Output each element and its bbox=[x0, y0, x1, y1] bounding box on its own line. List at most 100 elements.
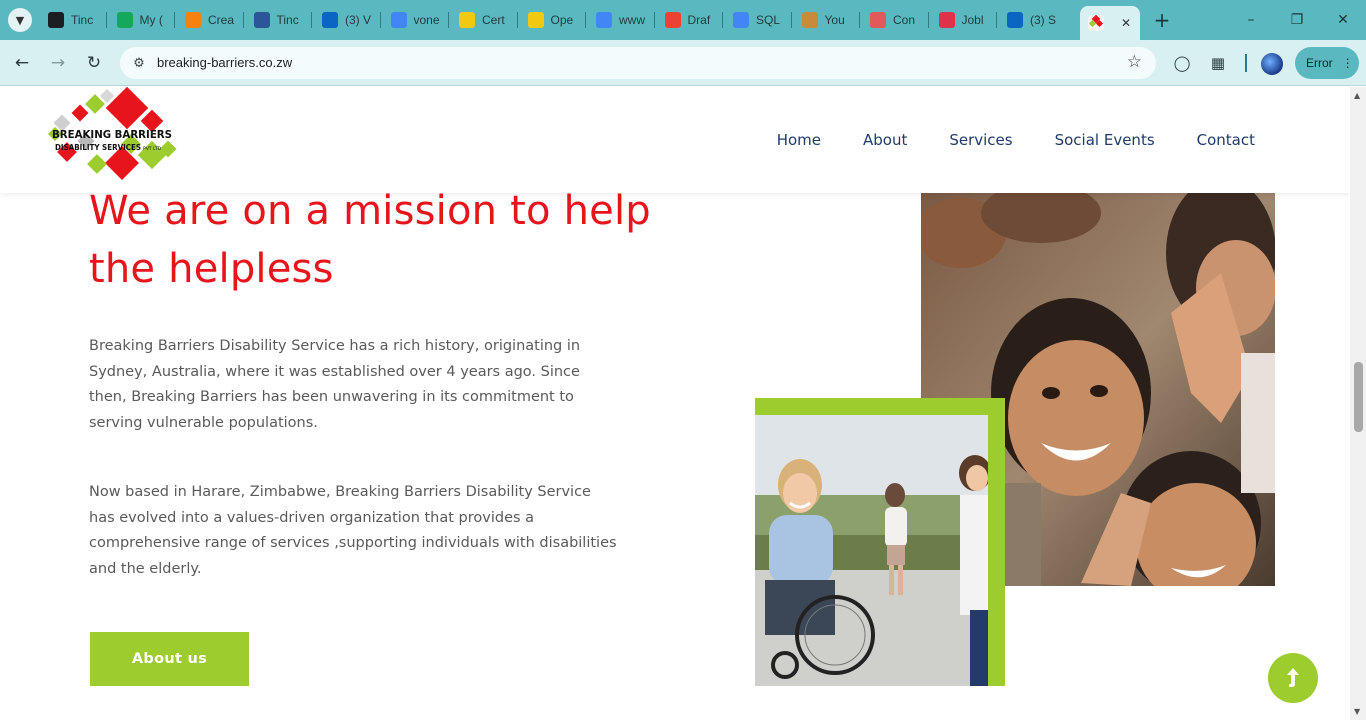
tab-label: Tinc bbox=[71, 13, 94, 27]
tab-label: You bbox=[824, 13, 845, 27]
scrollbar-thumb[interactable] bbox=[1354, 362, 1363, 432]
notebook-icon bbox=[459, 12, 475, 28]
history-paragraph: Breaking Barriers Disability Service has… bbox=[89, 338, 581, 431]
tab-12[interactable]: Con bbox=[862, 6, 925, 34]
github-icon bbox=[48, 12, 64, 28]
address-url[interactable]: breaking-barriers.co.zw bbox=[157, 55, 292, 70]
tab-separator bbox=[105, 12, 107, 28]
gmail-icon bbox=[664, 12, 681, 28]
linkedin-icon bbox=[322, 12, 338, 28]
jobs-icon bbox=[938, 12, 955, 28]
tab-7[interactable]: Ope bbox=[520, 6, 583, 34]
tab-active[interactable]: ✕ bbox=[1080, 6, 1140, 40]
tab-label: Crea bbox=[208, 13, 235, 27]
google-icon bbox=[390, 12, 407, 28]
tab-label: Cert bbox=[482, 13, 505, 27]
tab-label: Con bbox=[893, 13, 916, 27]
tab-label: (3) V bbox=[345, 13, 372, 27]
google-icon bbox=[733, 12, 749, 28]
site-settings-icon[interactable]: ⚙ bbox=[130, 54, 148, 72]
tab-separator bbox=[790, 12, 792, 28]
tab-9[interactable]: Draf bbox=[657, 6, 720, 34]
minimize-icon[interactable]: – bbox=[1228, 6, 1274, 34]
about-us-button[interactable]: About us bbox=[90, 632, 249, 686]
back-arrow-icon[interactable]: ← bbox=[9, 50, 35, 76]
browser-toolbar: ← → ↻ ⚙ breaking-barriers.co.zw ☆ ◯ ▦ bbox=[0, 40, 1366, 86]
tab-label: Tinc bbox=[276, 13, 299, 27]
nav-social-events[interactable]: Social Events bbox=[1055, 131, 1155, 149]
tab-label: Jobl bbox=[961, 13, 984, 27]
nav-home[interactable]: Home bbox=[777, 131, 821, 149]
tab-separator bbox=[653, 12, 655, 28]
tab-10[interactable]: SQL bbox=[725, 6, 788, 34]
google-icon bbox=[596, 12, 612, 28]
error-menu-button[interactable]: Error ⋮ bbox=[1295, 47, 1359, 79]
site-logo[interactable]: BREAKING BARRIERS DISABILITY SERVICES PV… bbox=[44, 87, 180, 190]
reload-icon[interactable]: ↻ bbox=[81, 50, 107, 76]
tab-5[interactable]: vone bbox=[383, 6, 446, 34]
kebab-menu-icon: ⋮ bbox=[1341, 56, 1354, 70]
tab-search-chevron-icon[interactable]: ▼ bbox=[8, 8, 32, 32]
tab-strip: ▼ Tinc My ( Crea Tinc (3) V vone Cert Ope www Dra… bbox=[0, 0, 1366, 40]
tab-separator bbox=[242, 12, 244, 28]
organization-paragraph: Now based in Harare, Zimbabwe, Breaking … bbox=[89, 484, 617, 577]
notebook-icon bbox=[527, 12, 544, 28]
mission-headline: We are on a mission to help the helpless bbox=[89, 188, 651, 292]
tab-1[interactable]: My ( bbox=[109, 6, 172, 34]
tab-14[interactable]: (3) S bbox=[999, 6, 1062, 34]
nav-contact[interactable]: Contact bbox=[1197, 131, 1255, 149]
tab-separator bbox=[996, 12, 997, 28]
tab-11[interactable]: You bbox=[794, 6, 857, 34]
bookmark-star-icon[interactable]: ☆ bbox=[1127, 52, 1142, 72]
tab-4[interactable]: (3) V bbox=[314, 6, 377, 34]
logo-line1: BREAKING BARRIERS bbox=[52, 129, 172, 141]
forward-arrow-icon[interactable]: → bbox=[45, 50, 71, 76]
document-icon bbox=[253, 12, 270, 28]
back-to-top-button[interactable] bbox=[1268, 653, 1318, 703]
address-bar[interactable]: ⚙ breaking-barriers.co.zw ☆ bbox=[120, 47, 1156, 79]
up-arrow-icon bbox=[1287, 668, 1299, 687]
restore-icon[interactable]: ❐ bbox=[1274, 6, 1320, 34]
tab-6[interactable]: Cert bbox=[451, 6, 514, 34]
close-window-icon[interactable]: ✕ bbox=[1320, 6, 1366, 34]
logo-line2: DISABILITY SERVICES bbox=[55, 143, 141, 152]
toolbar-divider bbox=[1245, 54, 1247, 72]
close-tab-icon[interactable]: ✕ bbox=[1121, 16, 1131, 30]
owl-icon bbox=[801, 12, 818, 28]
globe-extension-icon[interactable]: ◯ bbox=[1171, 52, 1193, 74]
error-label: Error bbox=[1306, 56, 1333, 70]
site-header: BREAKING BARRIERS DISABILITY SERVICES PV… bbox=[0, 87, 1350, 193]
profile-avatar[interactable] bbox=[1261, 53, 1283, 75]
tab-separator bbox=[927, 12, 929, 28]
tab-13[interactable]: Jobl bbox=[931, 6, 994, 34]
tab-label: vone bbox=[413, 13, 440, 27]
logo-suffix: PVT LTD bbox=[143, 146, 162, 152]
tab-8[interactable]: www bbox=[588, 6, 651, 34]
tab-separator bbox=[174, 12, 175, 28]
tab-2[interactable]: Crea bbox=[177, 6, 240, 34]
main-nav: Home About Services Social Events Contac… bbox=[777, 131, 1255, 149]
grammarly-icon bbox=[116, 12, 133, 28]
tab-label: My ( bbox=[139, 13, 163, 27]
tab-separator bbox=[516, 12, 518, 28]
tab-label: (3) S bbox=[1030, 13, 1057, 27]
extensions-puzzle-icon[interactable]: ▦ bbox=[1207, 52, 1229, 74]
scroll-down-arrow-icon[interactable]: ▼ bbox=[1354, 707, 1360, 716]
nav-services[interactable]: Services bbox=[949, 131, 1012, 149]
wheelchair-girls-photo bbox=[755, 415, 988, 686]
tab-separator bbox=[311, 12, 312, 28]
tab-label: Draf bbox=[687, 13, 711, 27]
tab-separator bbox=[722, 12, 723, 28]
tab-separator bbox=[379, 12, 381, 28]
tab-label: SQL bbox=[756, 13, 781, 27]
nav-about[interactable]: About bbox=[863, 131, 907, 149]
tab-label: Ope bbox=[550, 13, 574, 27]
tab-3[interactable]: Tinc bbox=[246, 6, 309, 34]
new-tab-plus-icon[interactable]: + bbox=[1150, 8, 1174, 32]
page-scrollbar[interactable]: ▲ ▼ bbox=[1350, 87, 1366, 720]
tab-0[interactable]: Tinc bbox=[40, 6, 103, 34]
linkedin-icon bbox=[1007, 12, 1023, 28]
scroll-up-arrow-icon[interactable]: ▲ bbox=[1354, 91, 1360, 100]
tab-separator bbox=[585, 12, 586, 28]
loading-icon bbox=[870, 12, 886, 28]
